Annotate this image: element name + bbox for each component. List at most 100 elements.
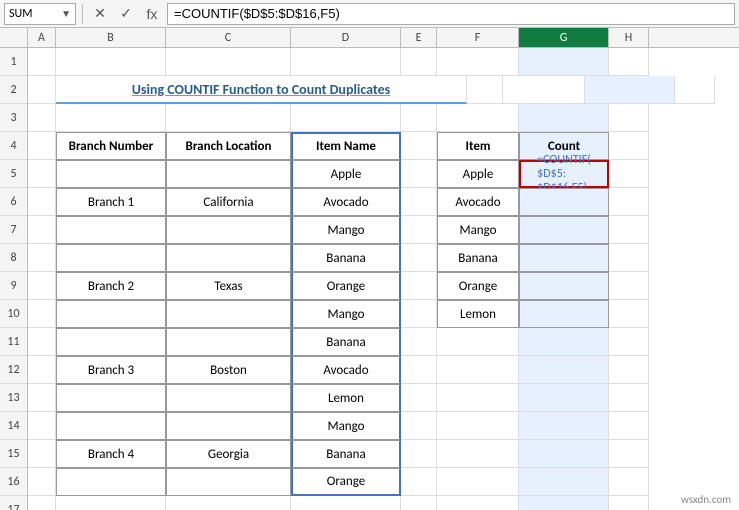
cell-c13[interactable] xyxy=(166,384,291,412)
cell-c17[interactable] xyxy=(166,496,291,510)
cell-h5[interactable] xyxy=(609,160,649,188)
cell-e14[interactable] xyxy=(401,412,437,440)
cell-f16[interactable] xyxy=(437,468,519,496)
cell-g2[interactable] xyxy=(585,76,675,104)
cell-h2[interactable] xyxy=(675,76,715,104)
cell-d14-mango[interactable]: Mango xyxy=(291,412,401,440)
cell-f5-apple[interactable]: Apple xyxy=(437,160,519,188)
cell-h12[interactable] xyxy=(609,356,649,384)
cell-f7-mango[interactable]: Mango xyxy=(437,216,519,244)
row-header-5[interactable]: 5 xyxy=(0,160,27,188)
cell-h1[interactable] xyxy=(609,48,649,76)
cell-b12-branch3[interactable]: Branch 3 xyxy=(56,356,166,384)
cell-e12[interactable] xyxy=(401,356,437,384)
cell-d13-lemon[interactable]: Lemon xyxy=(291,384,401,412)
cell-c16[interactable] xyxy=(166,468,291,496)
cell-f6-avocado[interactable]: Avocado xyxy=(437,188,519,216)
cell-b8[interactable] xyxy=(56,244,166,272)
cell-g15[interactable] xyxy=(519,440,609,468)
row-header-4[interactable]: 4 xyxy=(0,132,27,160)
cell-b11[interactable] xyxy=(56,328,166,356)
cell-e9[interactable] xyxy=(401,272,437,300)
cell-branch-number-header[interactable]: Branch Number xyxy=(56,132,166,160)
cell-e2[interactable] xyxy=(467,76,503,104)
cell-h6[interactable] xyxy=(609,188,649,216)
cell-f17[interactable] xyxy=(437,496,519,510)
name-box[interactable]: SUM ▼ xyxy=(4,3,76,25)
cell-c3[interactable] xyxy=(166,104,291,132)
cell-e7[interactable] xyxy=(401,216,437,244)
col-header-h[interactable]: H xyxy=(609,28,649,47)
cell-e3[interactable] xyxy=(401,104,437,132)
cell-a13[interactable] xyxy=(28,384,56,412)
cell-f10-lemon[interactable]: Lemon xyxy=(437,300,519,328)
cell-g9[interactable] xyxy=(519,272,609,300)
cell-d7-mango[interactable]: Mango xyxy=(291,216,401,244)
cell-e1[interactable] xyxy=(401,48,437,76)
row-header-17[interactable]: 17 xyxy=(0,496,27,510)
fx-button[interactable]: fx xyxy=(141,3,163,25)
cell-f8-banana[interactable]: Banana xyxy=(437,244,519,272)
cell-h3[interactable] xyxy=(609,104,649,132)
cell-c1[interactable] xyxy=(166,48,291,76)
col-header-a[interactable]: A xyxy=(28,28,56,47)
cell-a15[interactable] xyxy=(28,440,56,468)
cell-g8[interactable] xyxy=(519,244,609,272)
cell-h14[interactable] xyxy=(609,412,649,440)
cell-b5[interactable] xyxy=(56,160,166,188)
row-header-14[interactable]: 14 xyxy=(0,412,27,440)
cell-a4[interactable] xyxy=(28,132,56,160)
cell-b10[interactable] xyxy=(56,300,166,328)
cell-e10[interactable] xyxy=(401,300,437,328)
cell-title[interactable]: Using COUNTIF Function to Count Duplicat… xyxy=(56,76,467,104)
cell-h16[interactable] xyxy=(609,468,649,496)
row-header-16[interactable]: 16 xyxy=(0,468,27,496)
cell-d17[interactable] xyxy=(291,496,401,510)
cell-c12-boston[interactable]: Boston xyxy=(166,356,291,384)
cell-b1[interactable] xyxy=(56,48,166,76)
cell-c7[interactable] xyxy=(166,216,291,244)
cell-e6[interactable] xyxy=(401,188,437,216)
cancel-formula-button[interactable]: ✕ xyxy=(89,3,111,25)
cell-c5[interactable] xyxy=(166,160,291,188)
cell-a11[interactable] xyxy=(28,328,56,356)
cell-c14[interactable] xyxy=(166,412,291,440)
cell-d8-banana[interactable]: Banana xyxy=(291,244,401,272)
cell-b13[interactable] xyxy=(56,384,166,412)
cell-h4[interactable] xyxy=(609,132,649,160)
cell-f1[interactable] xyxy=(437,48,519,76)
cell-h9[interactable] xyxy=(609,272,649,300)
cell-h7[interactable] xyxy=(609,216,649,244)
cell-h17[interactable] xyxy=(609,496,649,510)
row-header-6[interactable]: 6 xyxy=(0,188,27,216)
row-header-7[interactable]: 7 xyxy=(0,216,27,244)
cell-a6[interactable] xyxy=(28,188,56,216)
cell-d3[interactable] xyxy=(291,104,401,132)
cell-g11[interactable] xyxy=(519,328,609,356)
cell-d6-avocado[interactable]: Avocado xyxy=(291,188,401,216)
cell-b17[interactable] xyxy=(56,496,166,510)
cell-d1[interactable] xyxy=(291,48,401,76)
cell-e4[interactable] xyxy=(401,132,437,160)
cell-c10[interactable] xyxy=(166,300,291,328)
cell-h10[interactable] xyxy=(609,300,649,328)
row-header-8[interactable]: 8 xyxy=(0,244,27,272)
cell-a12[interactable] xyxy=(28,356,56,384)
cell-a14[interactable] xyxy=(28,412,56,440)
cell-g12[interactable] xyxy=(519,356,609,384)
cell-c9-texas[interactable]: Texas xyxy=(166,272,291,300)
formula-input[interactable] xyxy=(167,3,735,25)
cell-g1[interactable] xyxy=(519,48,609,76)
cell-f9-orange[interactable]: Orange xyxy=(437,272,519,300)
cell-h8[interactable] xyxy=(609,244,649,272)
cell-branch-location-header[interactable]: Branch Location xyxy=(166,132,291,160)
cell-a10[interactable] xyxy=(28,300,56,328)
cell-a16[interactable] xyxy=(28,468,56,496)
row-header-12[interactable]: 12 xyxy=(0,356,27,384)
cell-item-header[interactable]: Item xyxy=(437,132,519,160)
cell-d10-mango[interactable]: Mango xyxy=(291,300,401,328)
row-header-1[interactable]: 1 xyxy=(0,48,27,76)
cell-e8[interactable] xyxy=(401,244,437,272)
confirm-formula-button[interactable]: ✓ xyxy=(115,3,137,25)
row-header-15[interactable]: 15 xyxy=(0,440,27,468)
